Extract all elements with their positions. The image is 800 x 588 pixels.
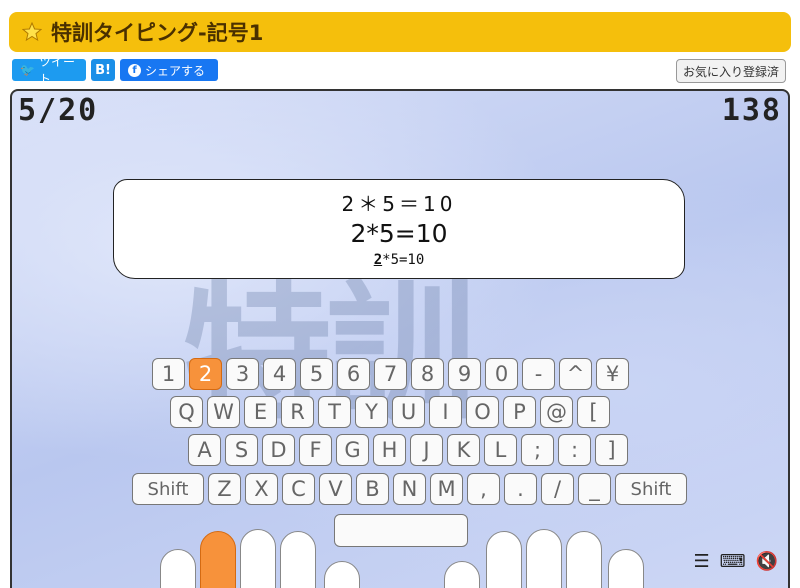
key-@: @ bbox=[540, 396, 573, 428]
game-controls: ☰ ⌨ 🔇 bbox=[693, 551, 778, 572]
key-M: M bbox=[430, 473, 463, 505]
spacebar-key bbox=[334, 514, 468, 547]
key-O: O bbox=[466, 396, 499, 428]
key-/: / bbox=[541, 473, 574, 505]
key-X: X bbox=[245, 473, 278, 505]
key-6: 6 bbox=[337, 358, 370, 390]
title-bar: 特訓タイピング-記号1 bbox=[9, 12, 791, 52]
key-.: . bbox=[504, 473, 537, 505]
keyboard-row-1: 1 2 3 4 5 6 7 8 9 0- ^ ¥ bbox=[152, 358, 629, 390]
key-1: 1 bbox=[152, 358, 185, 390]
key-2: 2 bbox=[189, 358, 222, 390]
key-N: N bbox=[393, 473, 426, 505]
question-text: 2*5=10 bbox=[350, 219, 448, 248]
facebook-icon: f bbox=[128, 63, 141, 77]
mute-icon[interactable]: 🔇 bbox=[756, 551, 778, 572]
keyboard-toggle-icon[interactable]: ⌨ bbox=[720, 551, 746, 572]
favorite-button[interactable]: お気に入り登録済 bbox=[675, 59, 786, 83]
key-A: A bbox=[188, 434, 221, 466]
right-middle-finger bbox=[526, 529, 562, 588]
star-icon bbox=[21, 21, 43, 43]
right-ring-finger bbox=[566, 531, 602, 588]
right-index-finger bbox=[486, 531, 522, 588]
key-7: 7 bbox=[374, 358, 407, 390]
key-R: R bbox=[281, 396, 314, 428]
key-5: 5 bbox=[300, 358, 333, 390]
key-right-shift: Shift bbox=[615, 473, 687, 505]
key-E: E bbox=[244, 396, 277, 428]
social-buttons: 🐦 ツイート B! f シェアする bbox=[12, 55, 218, 86]
left-pinky-finger bbox=[160, 549, 196, 588]
key-4: 4 bbox=[263, 358, 296, 390]
key-B: B bbox=[356, 473, 389, 505]
right-thumb bbox=[444, 561, 480, 588]
key-,: , bbox=[467, 473, 500, 505]
key-T: T bbox=[318, 396, 351, 428]
key-_: _ bbox=[578, 473, 611, 505]
key-P: P bbox=[503, 396, 536, 428]
page-title: 特訓タイピング-記号1 bbox=[51, 21, 264, 45]
key-D: D bbox=[262, 434, 295, 466]
key-J: J bbox=[410, 434, 443, 466]
key-K: K bbox=[447, 434, 480, 466]
key-9: 9 bbox=[448, 358, 481, 390]
menu-icon[interactable]: ☰ bbox=[693, 551, 709, 572]
tweet-label: ツイート bbox=[38, 55, 75, 86]
key-Y: Y bbox=[355, 396, 388, 428]
key-8: 8 bbox=[411, 358, 444, 390]
key-Q: Q bbox=[170, 396, 203, 428]
key-V: V bbox=[319, 473, 352, 505]
key-]: ] bbox=[595, 434, 628, 466]
typed-text: 2 bbox=[373, 252, 383, 268]
key-0: 0 bbox=[485, 358, 518, 390]
key-G: G bbox=[336, 434, 369, 466]
facebook-label: シェアする bbox=[145, 63, 206, 78]
left-ring-finger bbox=[200, 531, 236, 588]
key-;: ; bbox=[521, 434, 554, 466]
key--: - bbox=[522, 358, 555, 390]
key-^: ^ bbox=[559, 358, 592, 390]
key-[: [ bbox=[577, 396, 610, 428]
key-C: C bbox=[282, 473, 315, 505]
twitter-icon: 🐦 bbox=[20, 63, 35, 77]
right-pinky-finger bbox=[608, 549, 644, 588]
keyboard-row-2: Q W E R T Y U I O P @[ bbox=[170, 396, 610, 428]
key-3: 3 bbox=[226, 358, 259, 390]
remaining-text: *5=10 bbox=[382, 252, 425, 268]
keyboard-row-4: Shift Z X C V B N M,. / _ Shift bbox=[132, 473, 687, 505]
game-area[interactable]: 5/20 138 特訓 2＊5＝10 2*5=10 2*5=10 1234567… bbox=[10, 89, 790, 588]
question-display: 2＊5＝10 bbox=[341, 192, 457, 216]
left-middle-finger bbox=[240, 529, 276, 588]
left-index-finger bbox=[280, 531, 316, 588]
question-box: 2＊5＝10 2*5=10 2*5=10 bbox=[113, 179, 685, 279]
key-W: W bbox=[207, 396, 240, 428]
tweet-button[interactable]: 🐦 ツイート bbox=[12, 55, 86, 86]
score-display: 138 bbox=[721, 93, 782, 128]
keyboard-row-3: A S D F G H J K L;:] bbox=[188, 434, 628, 466]
key-F: F bbox=[299, 434, 332, 466]
key-S: S bbox=[225, 434, 258, 466]
typing-progress: 2*5=10 bbox=[114, 252, 684, 268]
key-I: I bbox=[429, 396, 462, 428]
key-¥: ¥ bbox=[596, 358, 629, 390]
key-H: H bbox=[373, 434, 406, 466]
hatena-bookmark-button[interactable]: B! bbox=[91, 59, 115, 81]
key-Z: Z bbox=[208, 473, 241, 505]
left-thumb bbox=[324, 561, 360, 588]
facebook-share-button[interactable]: f シェアする bbox=[120, 59, 218, 81]
key-left-shift: Shift bbox=[132, 473, 204, 505]
progress-counter: 5/20 bbox=[18, 93, 99, 128]
key-L: L bbox=[484, 434, 517, 466]
key-U: U bbox=[392, 396, 425, 428]
key-:: : bbox=[558, 434, 591, 466]
